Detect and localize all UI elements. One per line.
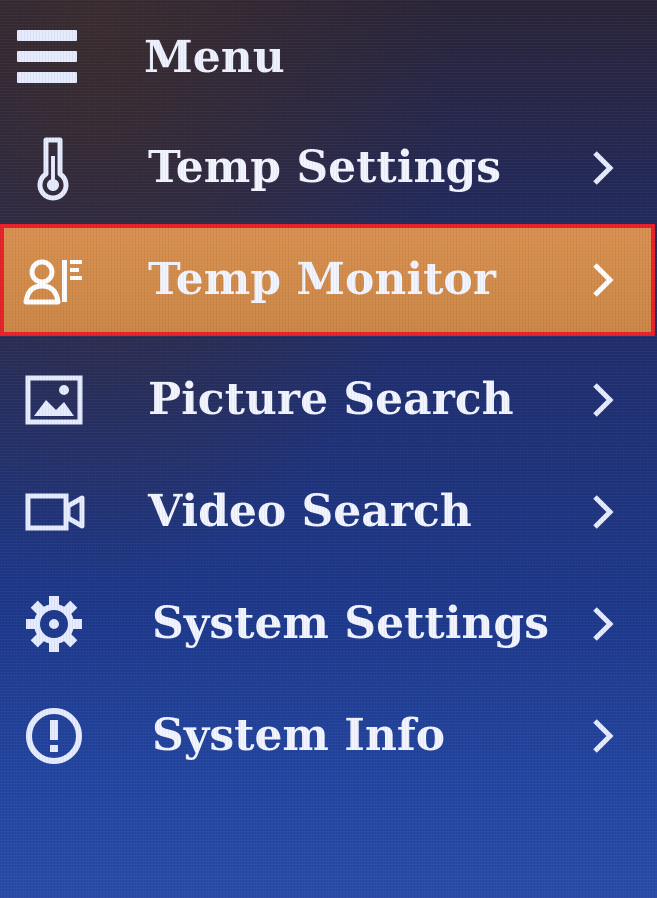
menu-item-label: Temp Settings [148, 142, 501, 193]
hamburger-menu-icon[interactable] [17, 30, 77, 84]
picture-icon [25, 375, 83, 425]
menu-item-temp-monitor[interactable]: Temp Monitor [0, 224, 655, 336]
menu-item-video-search[interactable]: Video Search [0, 456, 657, 568]
menu-screen: Menu Temp Settings Temp Monitor Picture … [0, 0, 657, 898]
menu-item-label: Picture Search [148, 374, 514, 425]
gear-icon [26, 596, 82, 652]
menu-title: Menu [144, 32, 285, 83]
video-camera-icon [25, 493, 85, 531]
chevron-right-icon [593, 607, 614, 641]
info-exclamation-icon [26, 708, 82, 764]
chevron-right-icon [593, 495, 614, 529]
menu-item-label: System Settings [152, 598, 549, 649]
menu-item-system-info[interactable]: System Info [0, 680, 657, 792]
person-monitor-icon [23, 259, 82, 305]
menu-item-system-settings[interactable]: System Settings [0, 568, 657, 680]
thermometer-icon [37, 137, 69, 201]
chevron-right-icon [593, 719, 614, 753]
menu-item-label: Temp Monitor [148, 254, 496, 305]
chevron-right-icon [593, 151, 614, 185]
menu-item-picture-search[interactable]: Picture Search [0, 344, 657, 456]
menu-header: Menu [0, 0, 657, 110]
menu-item-label: Video Search [148, 486, 472, 537]
chevron-right-icon [593, 383, 614, 417]
menu-item-label: System Info [152, 710, 446, 761]
chevron-right-icon [593, 263, 614, 297]
menu-item-temp-settings[interactable]: Temp Settings [0, 112, 657, 224]
